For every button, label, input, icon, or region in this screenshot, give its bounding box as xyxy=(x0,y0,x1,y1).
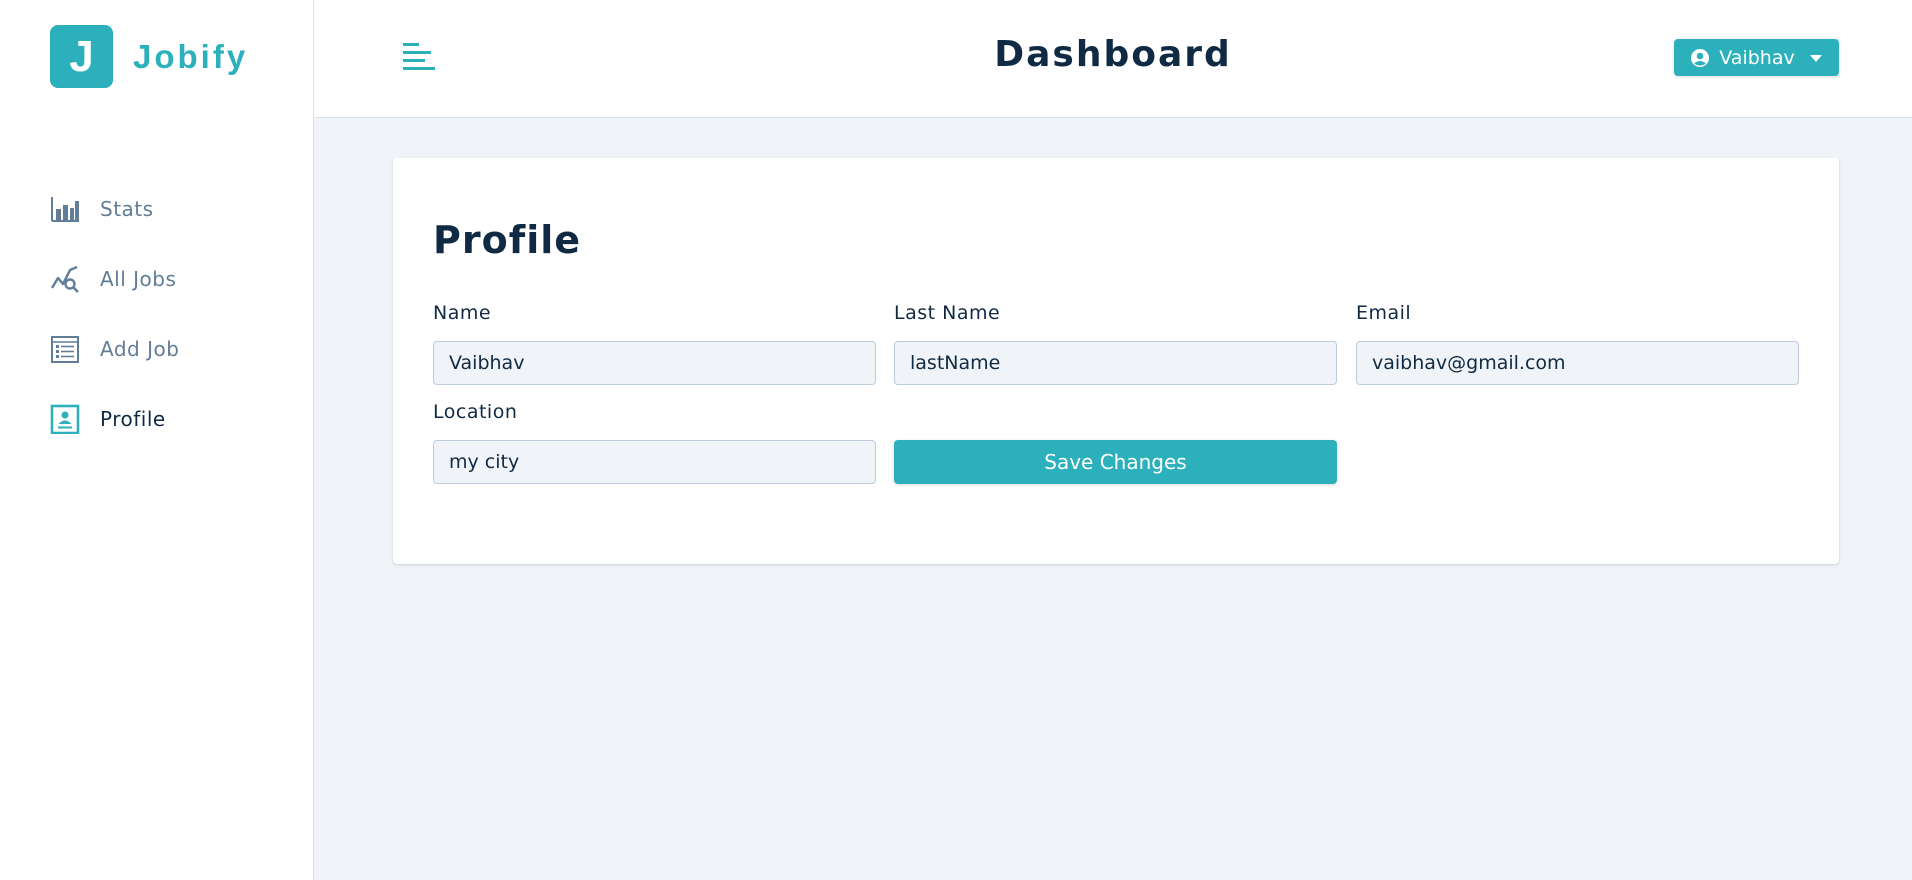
last-name-label: Last Name xyxy=(894,302,1001,324)
location-label: Location xyxy=(433,401,518,423)
save-changes-button[interactable]: Save Changes xyxy=(894,440,1337,484)
hamburger-icon xyxy=(403,43,435,70)
sidebar-item-add-job[interactable]: Add Job xyxy=(50,314,179,384)
caret-down-icon xyxy=(1809,54,1822,62)
email-label: Email xyxy=(1356,302,1412,324)
app: J Jobify Stats All Jobs Add Job Profile … xyxy=(0,0,1912,880)
sidebar-item-profile[interactable]: Profile xyxy=(50,384,179,454)
name-input[interactable] xyxy=(433,341,876,385)
sidebar-item-label: Profile xyxy=(100,407,166,431)
bar-chart-icon xyxy=(50,194,80,224)
logo[interactable]: J Jobify xyxy=(50,25,248,88)
email-input[interactable] xyxy=(1356,341,1799,385)
page-title: Dashboard xyxy=(994,34,1232,75)
user-name: Vaibhav xyxy=(1719,46,1795,69)
location-input[interactable] xyxy=(433,440,876,484)
sidebar-item-label: Add Job xyxy=(100,337,180,361)
sidebar-item-all-jobs[interactable]: All Jobs xyxy=(50,244,179,314)
user-menu-button[interactable]: Vaibhav xyxy=(1674,39,1839,76)
logo-text: Jobify xyxy=(133,37,249,75)
last-name-input[interactable] xyxy=(894,341,1337,385)
sidebar-item-label: Stats xyxy=(100,197,154,221)
main-content: Profile Name Last Name Email Location Sa… xyxy=(314,118,1912,880)
profile-card: Profile Name Last Name Email Location Sa… xyxy=(393,158,1839,564)
form-icon xyxy=(50,334,80,364)
trend-search-icon xyxy=(50,264,80,294)
profile-card-icon xyxy=(50,404,80,434)
sidebar-nav: Stats All Jobs Add Job Profile xyxy=(50,174,179,454)
sidebar-item-stats[interactable]: Stats xyxy=(50,174,179,244)
user-circle-icon xyxy=(1691,48,1710,67)
profile-title: Profile xyxy=(433,218,582,262)
menu-toggle-button[interactable] xyxy=(401,40,435,74)
logo-mark: J xyxy=(50,25,113,88)
sidebar-item-label: All Jobs xyxy=(100,267,177,291)
top-navbar: Dashboard Vaibhav xyxy=(314,0,1912,118)
sidebar: J Jobify Stats All Jobs Add Job Profile xyxy=(0,0,314,880)
name-label: Name xyxy=(433,302,492,324)
